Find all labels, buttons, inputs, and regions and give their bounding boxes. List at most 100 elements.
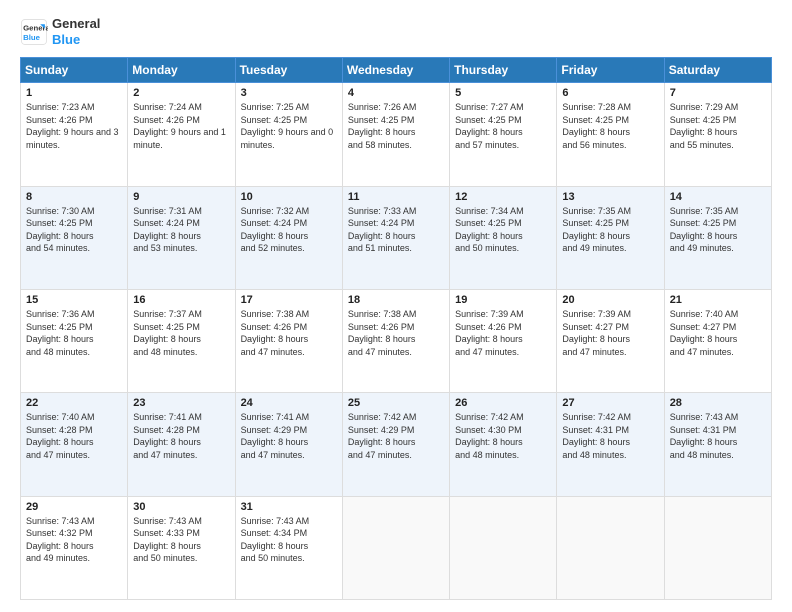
day-number: 25 — [348, 397, 444, 409]
day-info: Sunrise: 7:43 AMSunset: 4:34 PMDaylight:… — [241, 516, 310, 564]
calendar-cell: 7 Sunrise: 7:29 AMSunset: 4:25 PMDayligh… — [664, 83, 771, 186]
day-info: Sunrise: 7:43 AMSunset: 4:33 PMDaylight:… — [133, 516, 202, 564]
day-info: Sunrise: 7:35 AMSunset: 4:25 PMDaylight:… — [562, 206, 631, 254]
day-number: 24 — [241, 397, 337, 409]
day-number: 14 — [670, 191, 766, 203]
calendar-header-wednesday: Wednesday — [342, 58, 449, 83]
page: General Blue General Blue SundayMondayTu… — [0, 0, 792, 612]
day-info: Sunrise: 7:41 AMSunset: 4:29 PMDaylight:… — [241, 412, 310, 460]
day-info: Sunrise: 7:42 AMSunset: 4:30 PMDaylight:… — [455, 412, 524, 460]
calendar-cell — [450, 496, 557, 599]
calendar-cell: 24 Sunrise: 7:41 AMSunset: 4:29 PMDaylig… — [235, 393, 342, 496]
calendar-cell — [664, 496, 771, 599]
day-info: Sunrise: 7:28 AMSunset: 4:25 PMDaylight:… — [562, 102, 631, 150]
day-info: Sunrise: 7:43 AMSunset: 4:32 PMDaylight:… — [26, 516, 95, 564]
day-number: 30 — [133, 501, 229, 513]
calendar-cell: 20 Sunrise: 7:39 AMSunset: 4:27 PMDaylig… — [557, 289, 664, 392]
day-info: Sunrise: 7:37 AMSunset: 4:25 PMDaylight:… — [133, 309, 202, 357]
day-number: 9 — [133, 191, 229, 203]
calendar-header-friday: Friday — [557, 58, 664, 83]
day-number: 27 — [562, 397, 658, 409]
calendar-cell: 15 Sunrise: 7:36 AMSunset: 4:25 PMDaylig… — [21, 289, 128, 392]
day-info: Sunrise: 7:36 AMSunset: 4:25 PMDaylight:… — [26, 309, 95, 357]
day-number: 6 — [562, 87, 658, 99]
day-info: Sunrise: 7:25 AMSunset: 4:25 PMDaylight:… — [241, 102, 334, 150]
day-info: Sunrise: 7:40 AMSunset: 4:27 PMDaylight:… — [670, 309, 739, 357]
calendar-cell: 5 Sunrise: 7:27 AMSunset: 4:25 PMDayligh… — [450, 83, 557, 186]
calendar-header-thursday: Thursday — [450, 58, 557, 83]
calendar-cell: 23 Sunrise: 7:41 AMSunset: 4:28 PMDaylig… — [128, 393, 235, 496]
calendar-cell: 29 Sunrise: 7:43 AMSunset: 4:32 PMDaylig… — [21, 496, 128, 599]
calendar-cell: 13 Sunrise: 7:35 AMSunset: 4:25 PMDaylig… — [557, 186, 664, 289]
calendar-cell: 14 Sunrise: 7:35 AMSunset: 4:25 PMDaylig… — [664, 186, 771, 289]
calendar-cell: 1 Sunrise: 7:23 AMSunset: 4:26 PMDayligh… — [21, 83, 128, 186]
calendar-week-2: 8 Sunrise: 7:30 AMSunset: 4:25 PMDayligh… — [21, 186, 772, 289]
svg-text:Blue: Blue — [23, 32, 41, 41]
calendar-cell: 22 Sunrise: 7:40 AMSunset: 4:28 PMDaylig… — [21, 393, 128, 496]
calendar-cell: 27 Sunrise: 7:42 AMSunset: 4:31 PMDaylig… — [557, 393, 664, 496]
calendar-cell: 17 Sunrise: 7:38 AMSunset: 4:26 PMDaylig… — [235, 289, 342, 392]
calendar-cell — [342, 496, 449, 599]
day-number: 28 — [670, 397, 766, 409]
day-number: 16 — [133, 294, 229, 306]
calendar-cell: 31 Sunrise: 7:43 AMSunset: 4:34 PMDaylig… — [235, 496, 342, 599]
day-info: Sunrise: 7:32 AMSunset: 4:24 PMDaylight:… — [241, 206, 310, 254]
day-number: 21 — [670, 294, 766, 306]
day-info: Sunrise: 7:23 AMSunset: 4:26 PMDaylight:… — [26, 102, 119, 150]
day-info: Sunrise: 7:43 AMSunset: 4:31 PMDaylight:… — [670, 412, 739, 460]
logo-icon: General Blue — [20, 18, 48, 46]
day-number: 29 — [26, 501, 122, 513]
day-info: Sunrise: 7:29 AMSunset: 4:25 PMDaylight:… — [670, 102, 739, 150]
day-info: Sunrise: 7:26 AMSunset: 4:25 PMDaylight:… — [348, 102, 417, 150]
calendar-cell: 2 Sunrise: 7:24 AMSunset: 4:26 PMDayligh… — [128, 83, 235, 186]
day-info: Sunrise: 7:41 AMSunset: 4:28 PMDaylight:… — [133, 412, 202, 460]
day-number: 2 — [133, 87, 229, 99]
calendar-cell: 16 Sunrise: 7:37 AMSunset: 4:25 PMDaylig… — [128, 289, 235, 392]
calendar-cell: 8 Sunrise: 7:30 AMSunset: 4:25 PMDayligh… — [21, 186, 128, 289]
header: General Blue General Blue — [20, 16, 772, 47]
calendar-header-tuesday: Tuesday — [235, 58, 342, 83]
day-info: Sunrise: 7:39 AMSunset: 4:26 PMDaylight:… — [455, 309, 524, 357]
calendar-cell: 4 Sunrise: 7:26 AMSunset: 4:25 PMDayligh… — [342, 83, 449, 186]
calendar-cell: 6 Sunrise: 7:28 AMSunset: 4:25 PMDayligh… — [557, 83, 664, 186]
calendar-header-row: SundayMondayTuesdayWednesdayThursdayFrid… — [21, 58, 772, 83]
logo-text: General Blue — [52, 16, 100, 47]
calendar-header-saturday: Saturday — [664, 58, 771, 83]
day-number: 26 — [455, 397, 551, 409]
calendar-week-4: 22 Sunrise: 7:40 AMSunset: 4:28 PMDaylig… — [21, 393, 772, 496]
logo: General Blue General Blue — [20, 16, 100, 47]
calendar-cell: 25 Sunrise: 7:42 AMSunset: 4:29 PMDaylig… — [342, 393, 449, 496]
day-info: Sunrise: 7:33 AMSunset: 4:24 PMDaylight:… — [348, 206, 417, 254]
day-info: Sunrise: 7:35 AMSunset: 4:25 PMDaylight:… — [670, 206, 739, 254]
calendar-week-1: 1 Sunrise: 7:23 AMSunset: 4:26 PMDayligh… — [21, 83, 772, 186]
day-info: Sunrise: 7:42 AMSunset: 4:31 PMDaylight:… — [562, 412, 631, 460]
calendar-cell: 26 Sunrise: 7:42 AMSunset: 4:30 PMDaylig… — [450, 393, 557, 496]
day-info: Sunrise: 7:38 AMSunset: 4:26 PMDaylight:… — [348, 309, 417, 357]
day-number: 8 — [26, 191, 122, 203]
calendar-cell: 10 Sunrise: 7:32 AMSunset: 4:24 PMDaylig… — [235, 186, 342, 289]
day-number: 31 — [241, 501, 337, 513]
calendar-cell: 28 Sunrise: 7:43 AMSunset: 4:31 PMDaylig… — [664, 393, 771, 496]
day-number: 20 — [562, 294, 658, 306]
day-info: Sunrise: 7:24 AMSunset: 4:26 PMDaylight:… — [133, 102, 226, 150]
day-number: 22 — [26, 397, 122, 409]
calendar-cell: 21 Sunrise: 7:40 AMSunset: 4:27 PMDaylig… — [664, 289, 771, 392]
day-info: Sunrise: 7:34 AMSunset: 4:25 PMDaylight:… — [455, 206, 524, 254]
day-number: 5 — [455, 87, 551, 99]
calendar-header-sunday: Sunday — [21, 58, 128, 83]
calendar-header-monday: Monday — [128, 58, 235, 83]
calendar-cell: 11 Sunrise: 7:33 AMSunset: 4:24 PMDaylig… — [342, 186, 449, 289]
day-number: 18 — [348, 294, 444, 306]
day-number: 4 — [348, 87, 444, 99]
day-info: Sunrise: 7:40 AMSunset: 4:28 PMDaylight:… — [26, 412, 95, 460]
calendar-cell: 12 Sunrise: 7:34 AMSunset: 4:25 PMDaylig… — [450, 186, 557, 289]
day-number: 3 — [241, 87, 337, 99]
day-number: 15 — [26, 294, 122, 306]
day-number: 10 — [241, 191, 337, 203]
calendar: SundayMondayTuesdayWednesdayThursdayFrid… — [20, 57, 772, 600]
day-number: 12 — [455, 191, 551, 203]
calendar-cell: 30 Sunrise: 7:43 AMSunset: 4:33 PMDaylig… — [128, 496, 235, 599]
day-info: Sunrise: 7:27 AMSunset: 4:25 PMDaylight:… — [455, 102, 524, 150]
day-info: Sunrise: 7:30 AMSunset: 4:25 PMDaylight:… — [26, 206, 95, 254]
day-number: 7 — [670, 87, 766, 99]
